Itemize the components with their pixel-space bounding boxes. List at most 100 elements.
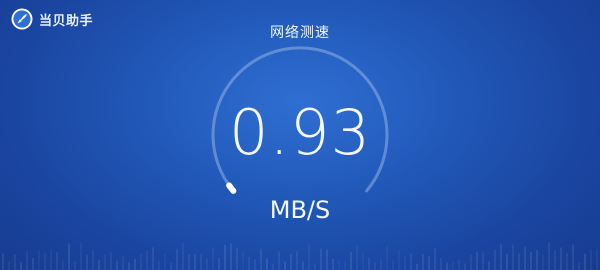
history-bar (224, 245, 226, 270)
history-bar (536, 250, 538, 270)
history-bar (386, 246, 388, 270)
history-bar (266, 258, 268, 270)
history-bar (206, 258, 208, 270)
history-bar (38, 249, 40, 270)
history-bar (194, 254, 196, 270)
history-bar (242, 251, 244, 270)
history-bar (86, 254, 88, 270)
history-bar (128, 262, 130, 270)
history-bar (512, 244, 514, 270)
history-bar (170, 262, 172, 270)
history-bar (488, 261, 490, 270)
history-bar (104, 254, 106, 270)
history-bar (122, 256, 124, 270)
history-bar (326, 249, 328, 270)
history-bar (50, 249, 52, 270)
history-bar (500, 244, 502, 270)
history-bar (470, 254, 472, 270)
history-bar (482, 252, 484, 270)
history-bar (68, 243, 70, 270)
history-bar (254, 259, 256, 270)
history-bar (236, 247, 238, 270)
history-bar (158, 261, 160, 270)
history-bar (458, 259, 460, 270)
history-bar (278, 251, 280, 270)
history-bar (584, 253, 586, 270)
history-bar (14, 254, 16, 270)
history-bar (26, 251, 28, 270)
history-bar (308, 244, 310, 270)
history-bar (218, 258, 220, 270)
speed-value: 0.93 (228, 96, 372, 169)
history-bar (272, 263, 274, 270)
history-bar (554, 249, 556, 270)
history-bar (188, 254, 190, 270)
history-bar (314, 263, 316, 270)
history-bar (74, 261, 76, 270)
history-bar (110, 251, 112, 270)
history-bar (116, 260, 118, 270)
history-bar (560, 247, 562, 270)
history-bar (296, 251, 298, 270)
history-bar (338, 260, 340, 270)
history-bar (362, 253, 364, 270)
history-bar (176, 249, 178, 270)
history-bar (212, 247, 214, 270)
history-bar (182, 242, 184, 270)
history-bar (506, 253, 508, 270)
history-bar (548, 242, 550, 270)
history-bar (2, 253, 4, 270)
history-bar (542, 254, 544, 270)
history-bar (320, 248, 322, 270)
speed-unit: MB/S (269, 196, 331, 224)
history-bar (302, 261, 304, 270)
history-bar (578, 262, 580, 270)
history-bar (446, 262, 448, 270)
history-bar (566, 252, 568, 270)
history-bar (452, 262, 454, 270)
history-bar (530, 252, 532, 270)
history-bar (248, 256, 250, 270)
history-bar (140, 253, 142, 270)
history-bar (422, 254, 424, 270)
history-bar (428, 256, 430, 270)
history-bar (590, 249, 592, 270)
history-bar (62, 260, 64, 270)
history-bar (596, 249, 598, 270)
history-bar (356, 245, 358, 270)
history-bar (200, 254, 202, 270)
history-bar (230, 243, 232, 270)
history-bar (404, 255, 406, 270)
history-bar (572, 244, 574, 270)
history-bar (20, 262, 22, 270)
history-bar (80, 242, 82, 270)
gauge-fill (226, 182, 237, 194)
speed-history-bars (2, 242, 598, 270)
history-bar (152, 247, 154, 270)
history-bar (464, 263, 466, 270)
history-bar (284, 262, 286, 270)
history-bar (476, 252, 478, 270)
history-bar (374, 262, 376, 270)
history-bar (98, 260, 100, 270)
history-bar (434, 248, 436, 270)
history-bar (410, 253, 412, 270)
history-bar (164, 254, 166, 270)
history-bar (8, 261, 10, 270)
history-bar (440, 258, 442, 270)
history-bar (260, 248, 262, 270)
history-bar (518, 253, 520, 270)
history-bar (392, 260, 394, 270)
history-bar (368, 257, 370, 270)
history-bar (416, 263, 418, 270)
history-bar (290, 253, 292, 270)
history-bar (344, 262, 346, 270)
history-bar (350, 252, 352, 270)
history-bar (398, 250, 400, 270)
history-bar (494, 249, 496, 270)
history-bar (134, 258, 136, 270)
history-bar (44, 253, 46, 270)
history-bar (332, 258, 334, 270)
history-bar (524, 246, 526, 270)
history-bar (32, 257, 34, 270)
